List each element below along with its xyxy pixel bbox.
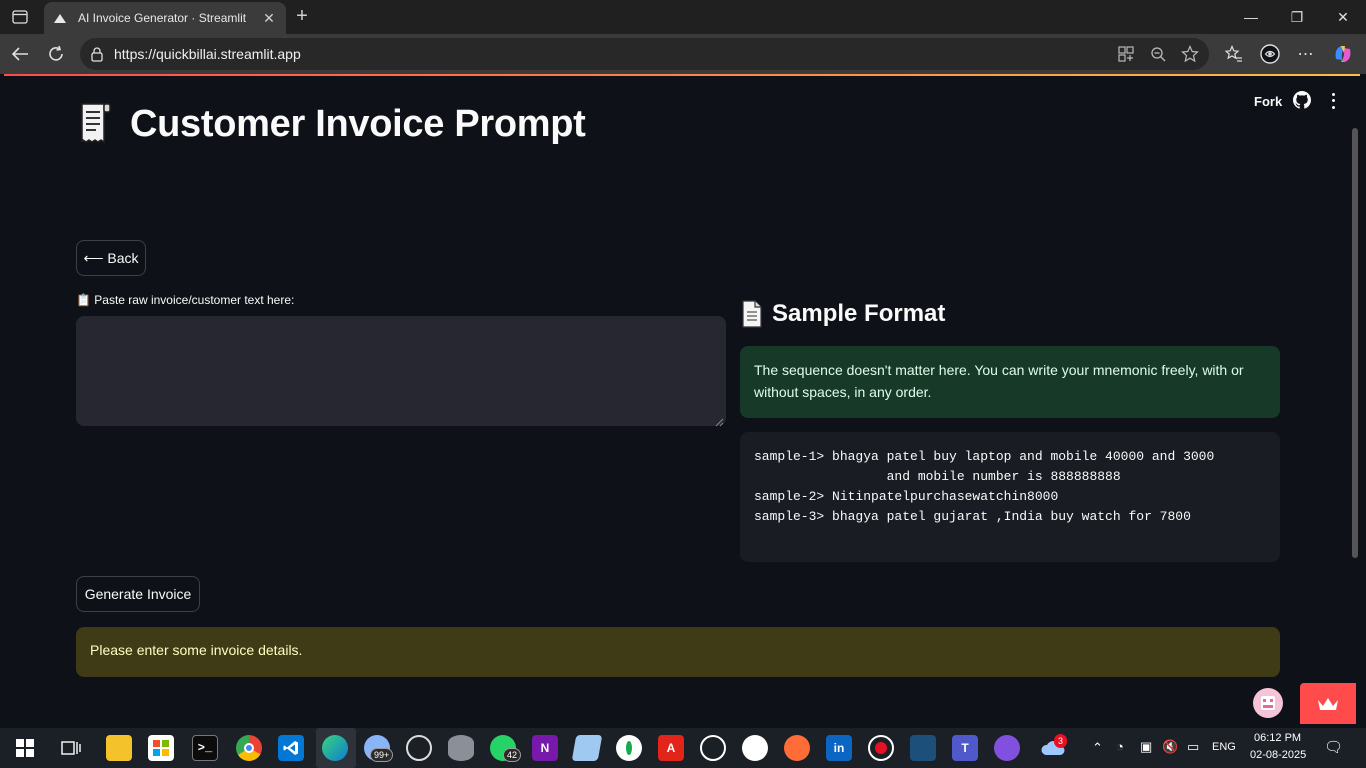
github-desktop-icon[interactable] bbox=[994, 735, 1020, 761]
onenote-icon[interactable]: N bbox=[532, 735, 558, 761]
streamlit-favicon-icon bbox=[52, 10, 68, 26]
terminal-icon[interactable]: >_ bbox=[192, 735, 218, 761]
browser-tab-bar: AI Invoice Generator · Streamlit ✕ + — ❐… bbox=[0, 0, 1366, 34]
fork-link[interactable]: Fork bbox=[1254, 94, 1282, 109]
sample-format-heading-text: Sample Format bbox=[772, 300, 946, 327]
chrome-icon[interactable] bbox=[236, 735, 262, 761]
notification-badge: 42 bbox=[503, 748, 522, 762]
new-tab-icon[interactable]: + bbox=[290, 5, 314, 29]
sample-note-text: The sequence doesn't matter here. You ca… bbox=[754, 362, 1244, 400]
language-indicator[interactable]: ENG bbox=[1212, 741, 1236, 753]
file-explorer-icon[interactable] bbox=[106, 735, 132, 761]
streamlit-crown-icon[interactable] bbox=[1300, 683, 1356, 724]
acrobat-icon[interactable]: A bbox=[658, 735, 684, 761]
record-icon[interactable] bbox=[868, 735, 894, 761]
battery-saver-icon[interactable]: ▣ bbox=[1140, 739, 1152, 755]
receipt-icon bbox=[76, 102, 116, 146]
code-line: sample-1> bhagya patel buy laptop and mo… bbox=[754, 449, 1215, 464]
sample-note-success-box: The sequence doesn't matter here. You ca… bbox=[740, 346, 1280, 418]
minimize-icon[interactable]: — bbox=[1228, 4, 1274, 30]
url-text: https://quickbillai.streamlit.app bbox=[114, 46, 301, 62]
back-button[interactable]: ⟵ Back bbox=[76, 240, 146, 276]
ssms-icon[interactable] bbox=[910, 735, 936, 761]
tab-actions-icon[interactable] bbox=[8, 6, 32, 28]
github-icon[interactable] bbox=[1293, 91, 1311, 114]
document-icon bbox=[740, 300, 764, 328]
task-view-icon[interactable] bbox=[58, 735, 84, 761]
database-icon[interactable] bbox=[448, 735, 474, 761]
notification-badge: 3 bbox=[1054, 734, 1068, 748]
clock-time[interactable]: 06:12 PM bbox=[1254, 732, 1301, 744]
windows-taskbar: >_ 99+ 42 N A in T 3 ⌃ ◔ ▣ 🔇 ▭ ENG 06:12… bbox=[0, 728, 1366, 768]
code-line: and mobile number is 888888888 bbox=[754, 469, 1121, 484]
invoice-input-label: 📋 Paste raw invoice/customer text here: bbox=[76, 293, 295, 307]
page-scrollbar[interactable] bbox=[1352, 128, 1358, 558]
browser-tab-active[interactable]: AI Invoice Generator · Streamlit ✕ bbox=[44, 2, 286, 34]
windows-start-icon[interactable] bbox=[12, 735, 38, 761]
volume-muted-icon[interactable]: 🔇 bbox=[1162, 739, 1178, 755]
restore-icon[interactable]: ❐ bbox=[1274, 4, 1320, 30]
app-available-icon[interactable] bbox=[1116, 44, 1136, 64]
reload-icon[interactable] bbox=[43, 42, 69, 66]
app-menu-icon[interactable] bbox=[1324, 91, 1342, 111]
edge-icon[interactable] bbox=[322, 735, 348, 761]
microsoft-store-icon[interactable] bbox=[148, 735, 174, 761]
site-info-icon[interactable] bbox=[89, 46, 105, 67]
browser-toolbar: https://quickbillai.streamlit.app ⋯ bbox=[0, 34, 1366, 74]
sample-code-block: sample-1> bhagya patel buy laptop and mo… bbox=[740, 432, 1280, 562]
textarea-resize-handle[interactable] bbox=[714, 414, 724, 427]
page-title: Customer Invoice Prompt bbox=[76, 102, 586, 146]
obs-icon[interactable] bbox=[406, 735, 432, 761]
teams-icon[interactable]: T bbox=[952, 735, 978, 761]
page-title-text: Customer Invoice Prompt bbox=[130, 102, 586, 145]
battery-icon[interactable]: ▭ bbox=[1187, 739, 1199, 755]
address-bar[interactable]: https://quickbillai.streamlit.app bbox=[80, 38, 1209, 70]
copilot-icon[interactable] bbox=[1331, 42, 1355, 66]
notification-center-icon[interactable]: 🗨 bbox=[1324, 738, 1343, 756]
sample-format-heading: Sample Format bbox=[740, 300, 945, 328]
back-arrow-icon[interactable] bbox=[7, 42, 33, 66]
vscode-icon[interactable] bbox=[278, 735, 304, 761]
mongodb-icon[interactable] bbox=[616, 735, 642, 761]
close-tab-icon[interactable]: ✕ bbox=[260, 10, 278, 27]
network-icon[interactable]: ◔ bbox=[1116, 739, 1124, 754]
generate-invoice-button[interactable]: Generate Invoice bbox=[76, 576, 200, 612]
chatgpt-icon[interactable] bbox=[700, 735, 726, 761]
favorites-icon[interactable] bbox=[1222, 42, 1246, 66]
tab-title: AI Invoice Generator · Streamlit bbox=[78, 11, 247, 25]
zoom-icon[interactable] bbox=[1148, 44, 1168, 64]
favorite-star-icon[interactable] bbox=[1180, 44, 1200, 64]
warning-text: Please enter some invoice details. bbox=[90, 642, 303, 658]
warning-alert: Please enter some invoice details. bbox=[76, 627, 1280, 677]
user-avatar[interactable] bbox=[1253, 688, 1283, 718]
ollama-icon[interactable] bbox=[742, 735, 768, 761]
clock-date[interactable]: 02-08-2025 bbox=[1250, 749, 1306, 761]
close-window-icon[interactable]: ✕ bbox=[1320, 4, 1366, 30]
more-menu-icon[interactable]: ⋯ bbox=[1294, 42, 1318, 66]
invoice-text-input[interactable] bbox=[76, 316, 726, 426]
postman-icon[interactable] bbox=[784, 735, 810, 761]
notification-badge: 99+ bbox=[370, 748, 394, 762]
show-hidden-icons-icon[interactable]: ⌃ bbox=[1092, 740, 1103, 756]
notepad-icon[interactable] bbox=[571, 735, 603, 761]
linkedin-icon[interactable]: in bbox=[826, 735, 852, 761]
extension-icon[interactable] bbox=[1258, 42, 1282, 66]
code-line: sample-2> Nitinpatelpurchasewatchin8000 bbox=[754, 489, 1059, 504]
code-line: sample-3> bhagya patel gujarat ,India bu… bbox=[754, 509, 1191, 524]
